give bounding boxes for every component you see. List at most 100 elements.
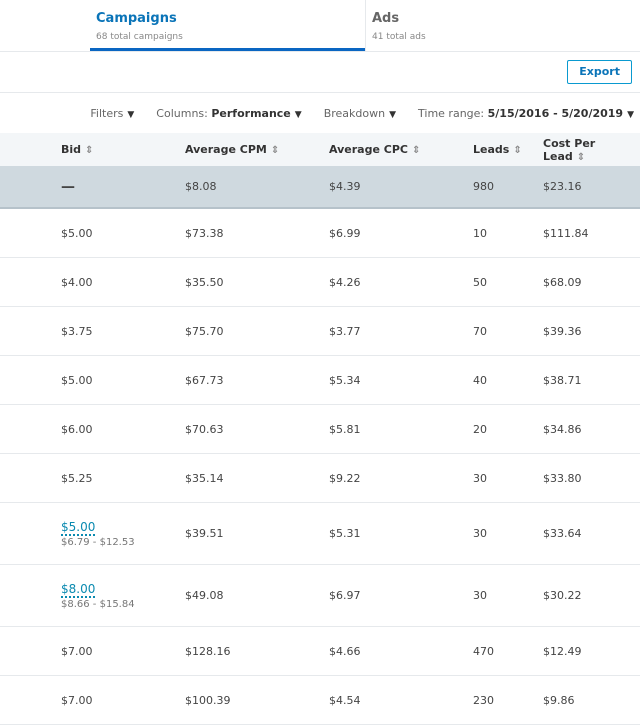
cell-bid: $5.00 [60, 355, 184, 405]
table-row[interactable]: $7.00 $128.16 $4.66 470 $12.49 [0, 626, 640, 676]
tab-campaigns[interactable]: Campaigns 68 total campaigns [90, 0, 365, 51]
tab-ads[interactable]: Ads 41 total ads [365, 0, 640, 51]
caret-down-icon: ▼ [294, 109, 302, 120]
cell-leads: 50 [472, 257, 542, 307]
column-label: Cost Per Lead [543, 136, 596, 163]
cell-cpc: $9.22 [328, 453, 472, 503]
column-label: Average CPC [329, 143, 408, 156]
cell-cpl: $9.86 [542, 675, 640, 725]
cell-cpc: $3.77 [328, 306, 472, 356]
tab-title: Ads [372, 11, 400, 26]
table-row[interactable]: $4.00 $35.50 $4.26 50 $68.09 [0, 257, 640, 307]
cell-leads: 30 [472, 564, 542, 627]
bid-link[interactable]: $8.00 [61, 581, 96, 598]
cell-cpm: $128.16 [184, 626, 328, 676]
cell-cpl: $33.80 [542, 453, 640, 503]
cell-cpc: $4.54 [328, 675, 472, 725]
table-row[interactable]: $6.00 $70.63 $5.81 20 $34.86 [0, 404, 640, 454]
spacer [0, 502, 60, 565]
toolbar: Export [0, 52, 640, 93]
cell-cpl: $38.71 [542, 355, 640, 405]
cell-cpl: $68.09 [542, 257, 640, 307]
table-row[interactable]: $5.25 $35.14 $9.22 30 $33.80 [0, 453, 640, 503]
cell-leads: 40 [472, 355, 542, 405]
spacer [0, 355, 60, 405]
cell-leads: 30 [472, 453, 542, 503]
column-label: Leads [473, 143, 510, 156]
tab-subtitle: 68 total campaigns [96, 32, 183, 42]
table-row[interactable]: $5.00 $67.73 $5.34 40 $38.71 [0, 355, 640, 405]
cell-leads: 10 [472, 208, 542, 258]
cell-leads: 230 [472, 675, 542, 725]
column-header-leads[interactable]: Leads ⇕ [472, 133, 542, 166]
table-row[interactable]: $8.00 $8.66 - $15.84 $49.08 $6.97 30 $30.22 [0, 564, 640, 627]
tab-title: Campaigns [96, 11, 177, 26]
total-cpl: $23.16 [542, 166, 640, 209]
column-header-cpc[interactable]: Average CPC ⇕ [328, 133, 472, 166]
cell-cpm: $100.39 [184, 675, 328, 725]
cell-cpm: $35.14 [184, 453, 328, 503]
caret-down-icon: ▼ [389, 109, 397, 120]
sort-icon[interactable]: ⇕ [85, 145, 93, 156]
table-row[interactable]: $7.00 $100.39 $4.54 230 $9.86 [0, 675, 640, 725]
columns-label: Columns: [156, 106, 208, 120]
columns-dropdown[interactable]: Columns: Performance ▼ [156, 107, 301, 120]
bid-link[interactable]: $5.00 [61, 519, 96, 536]
cell-cpc: $5.31 [328, 502, 472, 565]
columns-value: Performance [211, 106, 291, 120]
breakdown-dropdown[interactable]: Breakdown ▼ [324, 107, 396, 120]
cell-bid: $5.25 [60, 453, 184, 503]
sort-icon[interactable]: ⇕ [513, 145, 521, 156]
sort-icon[interactable]: ⇕ [577, 152, 585, 163]
cell-cpl: $39.36 [542, 306, 640, 356]
column-header-cpl[interactable]: Cost Per Lead ⇕ [542, 133, 640, 166]
column-label: Average CPM [185, 143, 267, 156]
cell-bid: $7.00 [60, 626, 184, 676]
total-bid: — [60, 166, 184, 209]
cell-cpm: $75.70 [184, 306, 328, 356]
export-button[interactable]: Export [567, 60, 632, 84]
spacer [0, 208, 60, 258]
spacer [0, 626, 60, 676]
cell-bid: $8.00 $8.66 - $15.84 [60, 564, 184, 627]
totals-row: — $8.08 $4.39 980 $23.16 [0, 166, 640, 209]
spacer [0, 133, 60, 166]
cell-cpm: $70.63 [184, 404, 328, 454]
cell-cpl: $12.49 [542, 626, 640, 676]
total-leads: 980 [472, 166, 542, 209]
cell-bid: $3.75 [60, 306, 184, 356]
table-row[interactable]: $5.00 $73.38 $6.99 10 $111.84 [0, 208, 640, 258]
cell-leads: 30 [472, 502, 542, 565]
caret-down-icon: ▼ [127, 109, 135, 120]
time-range-value: 5/15/2016 - 5/20/2019 [487, 106, 624, 120]
table-row[interactable]: $3.75 $75.70 $3.77 70 $39.36 [0, 306, 640, 356]
spacer [0, 404, 60, 454]
column-header-bid[interactable]: Bid ⇕ [60, 133, 184, 166]
cell-leads: 470 [472, 626, 542, 676]
sort-icon[interactable]: ⇕ [271, 145, 279, 156]
cell-cpc: $6.99 [328, 208, 472, 258]
spacer [0, 166, 60, 209]
sort-icon[interactable]: ⇕ [412, 145, 420, 156]
cell-cpm: $73.38 [184, 208, 328, 258]
cell-cpl: $34.86 [542, 404, 640, 454]
bid-range: $6.79 - $12.53 [61, 536, 135, 548]
table-row[interactable]: $5.00 $6.79 - $12.53 $39.51 $5.31 30 $33.64 [0, 502, 640, 565]
total-cpm: $8.08 [184, 166, 328, 209]
cell-cpm: $35.50 [184, 257, 328, 307]
cell-cpm: $49.08 [184, 564, 328, 627]
cell-bid: $4.00 [60, 257, 184, 307]
bid-range: $8.66 - $15.84 [61, 598, 135, 610]
spacer [0, 564, 60, 627]
filters-dropdown[interactable]: Filters ▼ [90, 107, 134, 120]
time-range-label: Time range: [418, 106, 485, 120]
cell-cpc: $4.26 [328, 257, 472, 307]
tab-subtitle: 41 total ads [372, 32, 426, 42]
spacer [0, 257, 60, 307]
time-range-dropdown[interactable]: Time range: 5/15/2016 - 5/20/2019 ▼ [418, 107, 634, 120]
cell-bid: $6.00 [60, 404, 184, 454]
column-label: Bid [61, 143, 82, 156]
cell-bid: $5.00 [60, 208, 184, 258]
cell-cpc: $6.97 [328, 564, 472, 627]
column-header-cpm[interactable]: Average CPM ⇕ [184, 133, 328, 166]
